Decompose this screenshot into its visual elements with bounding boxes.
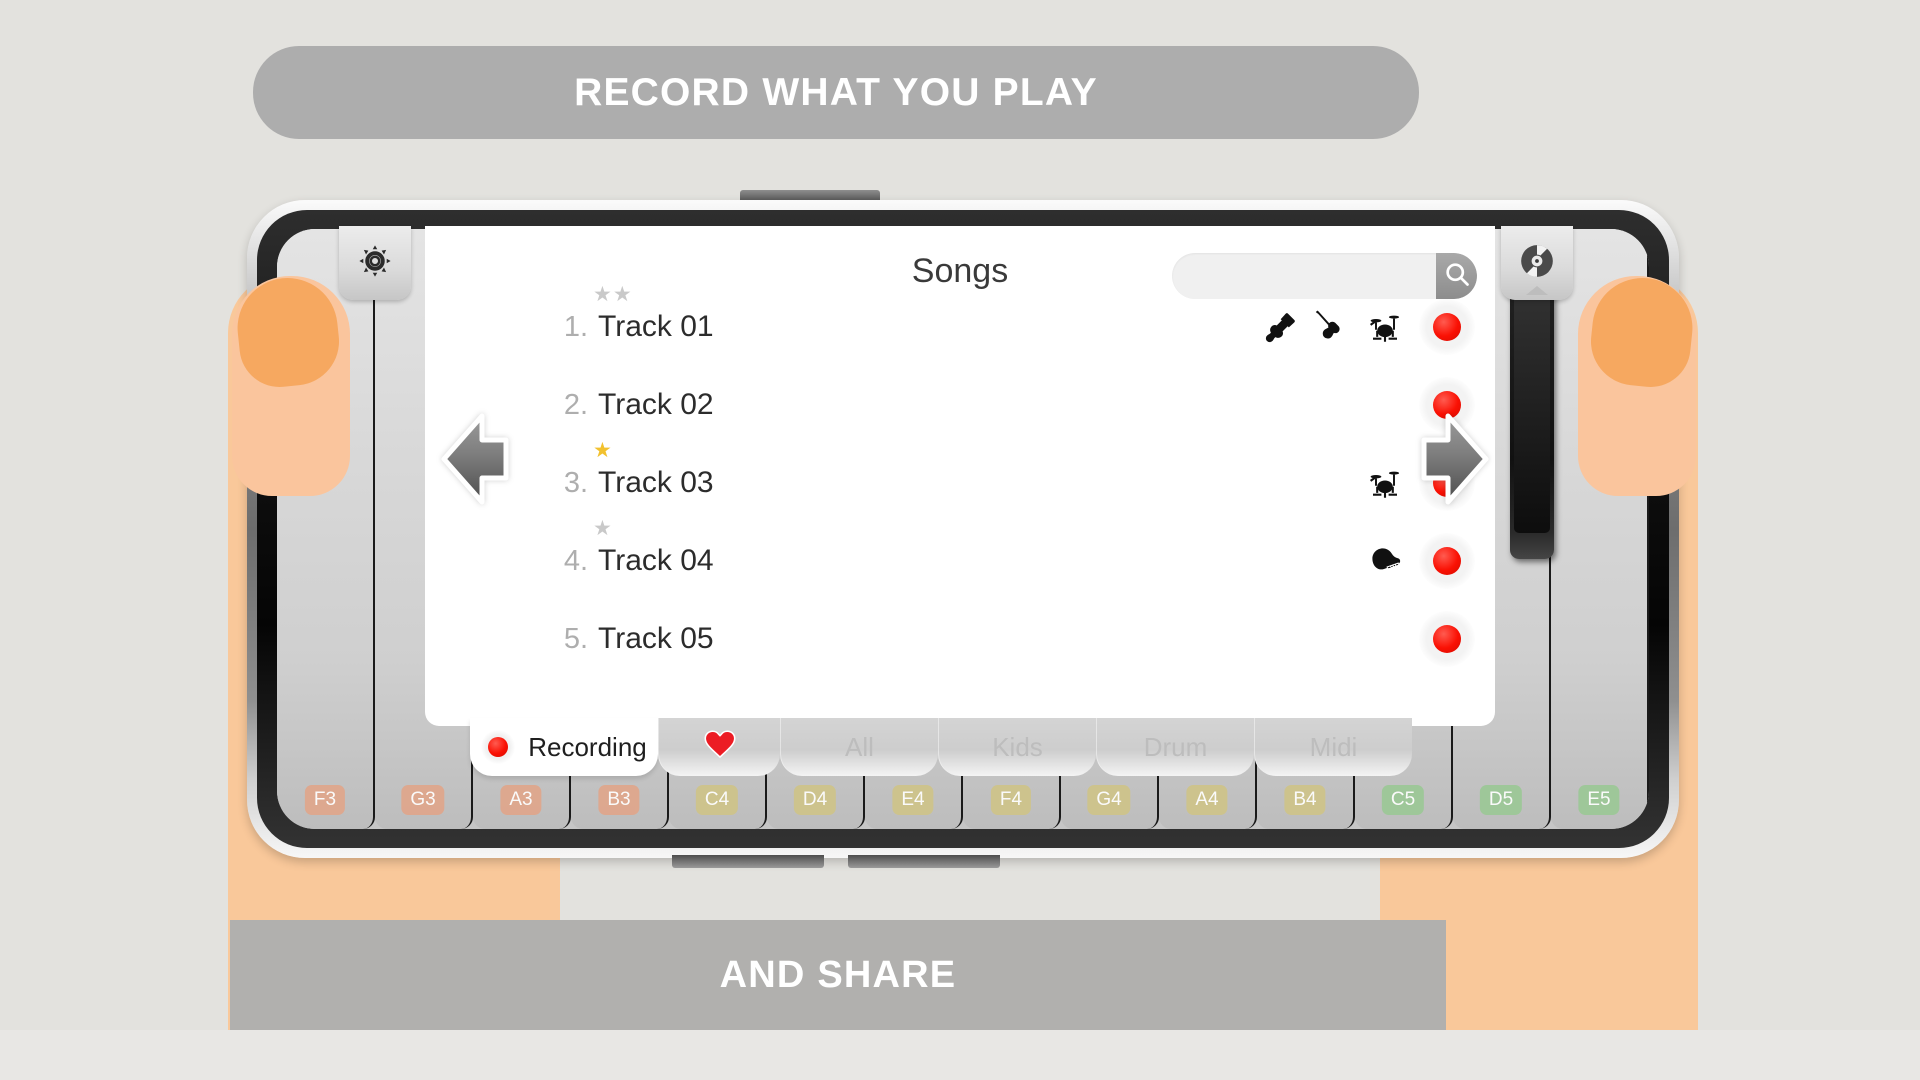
piano-key-label: A3	[500, 785, 542, 815]
tab-drum[interactable]: Drum	[1096, 718, 1254, 776]
record-button[interactable]	[1419, 299, 1475, 355]
star-icon: ★	[593, 517, 612, 540]
tab-label: Midi	[1309, 731, 1358, 762]
instrument-slot-empty	[1311, 541, 1351, 581]
track-index: 2.	[563, 389, 588, 421]
track-list: ★ ★ 1. Track 01 2. Track 02 ★ 3. Track 03 ★ 4. Trac…	[425, 284, 1495, 678]
instrument-slot-empty	[1257, 385, 1297, 425]
record-button[interactable]	[1419, 533, 1475, 589]
instrument-slot-empty	[1365, 385, 1405, 425]
track-index: 1.	[563, 311, 588, 343]
screenshot-root: RECORD WHAT YOU PLAY F3 G3 A3 B3 C4 D4 E4 F4 G4 A…	[0, 0, 1920, 1080]
bottom-strip	[0, 1030, 1920, 1080]
track-index: 5.	[563, 623, 588, 655]
bottom-banner: AND SHARE	[230, 920, 1446, 1030]
track-label-group: 2. Track 02	[550, 388, 714, 422]
chevron-up-icon	[1526, 286, 1548, 295]
instrument-slot-empty	[1365, 619, 1405, 659]
track-label-group: 5. Track 05	[550, 622, 714, 656]
top-banner-text: RECORD WHAT YOU PLAY	[574, 70, 1098, 114]
tab-label: Kids	[992, 731, 1043, 762]
track-name: Track 04	[598, 544, 714, 577]
track-actions	[1257, 299, 1475, 355]
track-rating-stars: ★ ★	[593, 284, 632, 305]
violin-icon	[1311, 307, 1351, 347]
track-index: 3.	[563, 467, 588, 499]
tab-label: Drum	[1143, 731, 1208, 762]
volume-down-button[interactable]	[848, 855, 1000, 868]
piano-key-label: E4	[892, 785, 934, 815]
track-row[interactable]: 2. Track 02	[425, 366, 1495, 444]
record-dot-icon	[481, 730, 516, 764]
track-row[interactable]: ★ 3. Track 03	[425, 440, 1495, 522]
instrument-slot-empty	[1257, 619, 1297, 659]
track-label-group: ★ 3. Track 03	[550, 440, 714, 500]
prev-arrow-button[interactable]	[440, 410, 510, 513]
star-icon: ★	[593, 283, 612, 306]
record-dot-icon	[1433, 625, 1461, 653]
track-row[interactable]: 5. Track 05	[425, 600, 1495, 678]
heart-icon	[703, 727, 737, 768]
track-row[interactable]: ★ ★ 1. Track 01	[425, 284, 1495, 366]
star-icon: ★	[612, 283, 632, 306]
next-arrow-button[interactable]	[1420, 410, 1490, 513]
piano-key-label: C4	[695, 785, 739, 815]
guitar-icon	[1257, 307, 1297, 347]
drums-icon	[1365, 463, 1405, 503]
track-actions	[1257, 533, 1475, 589]
tab-bar[interactable]: Recording All Kids Drum Midi	[470, 718, 1460, 776]
piano-key-label: A4	[1186, 785, 1228, 815]
volume-up-button[interactable]	[672, 855, 824, 868]
track-rating-stars: ★	[593, 518, 612, 539]
instrument-slot-empty	[1311, 619, 1351, 659]
piano-key-label: G3	[401, 785, 445, 815]
drums-icon	[1365, 307, 1405, 347]
tab-all[interactable]: All	[780, 718, 938, 776]
piano-key-label: C5	[1381, 785, 1425, 815]
piano-key-label: B3	[598, 785, 640, 815]
tab-label: All	[845, 731, 874, 762]
track-row[interactable]: ★ 4. Track 04	[425, 518, 1495, 600]
piano-key-label: D4	[793, 785, 837, 815]
piano-icon	[1365, 541, 1405, 581]
star-icon: ★	[593, 439, 612, 462]
tab-midi[interactable]: Midi	[1254, 718, 1412, 776]
piano-key-label: B4	[1284, 785, 1326, 815]
instrument-slot-empty	[1257, 463, 1297, 503]
track-actions	[1257, 611, 1475, 667]
instrument-slot-empty	[1311, 385, 1351, 425]
instrument-slot-empty	[1257, 541, 1297, 581]
track-name: Track 03	[598, 466, 714, 499]
tab-favorites[interactable]	[658, 718, 780, 776]
record-button[interactable]	[1419, 611, 1475, 667]
track-rating-stars: ★	[593, 440, 612, 461]
track-name: Track 02	[598, 388, 714, 421]
tab-recording[interactable]: Recording	[470, 718, 658, 776]
instrument-slot-empty	[1311, 463, 1351, 503]
piano-key-label: F4	[990, 785, 1032, 815]
piano-key-label: D5	[1479, 785, 1523, 815]
arrow-right-icon	[1421, 413, 1489, 505]
bottom-banner-text: AND SHARE	[719, 953, 957, 996]
track-name: Track 01	[598, 310, 714, 343]
gear-icon	[357, 243, 393, 284]
track-label-group: ★ 4. Track 04	[550, 518, 714, 578]
track-label-group: ★ ★ 1. Track 01	[550, 284, 714, 344]
disc-button[interactable]	[1501, 226, 1573, 300]
songs-panel: Songs ★ ★ 1. Track 01 2. Track 02 ★ 3. Track 03 ★…	[425, 226, 1495, 726]
record-dot-icon	[1433, 313, 1461, 341]
settings-button[interactable]	[339, 226, 411, 300]
track-index: 4.	[563, 545, 588, 577]
tab-kids[interactable]: Kids	[938, 718, 1096, 776]
piano-key-label: E5	[1578, 785, 1620, 815]
piano-key-label: F3	[304, 785, 346, 815]
arrow-left-icon	[441, 413, 509, 505]
piano-key-label: G4	[1087, 785, 1131, 815]
disc-icon	[1518, 242, 1556, 285]
top-banner: RECORD WHAT YOU PLAY	[253, 46, 1419, 139]
record-dot-icon	[1433, 547, 1461, 575]
track-name: Track 05	[598, 622, 714, 655]
tab-label: Recording	[528, 731, 647, 762]
